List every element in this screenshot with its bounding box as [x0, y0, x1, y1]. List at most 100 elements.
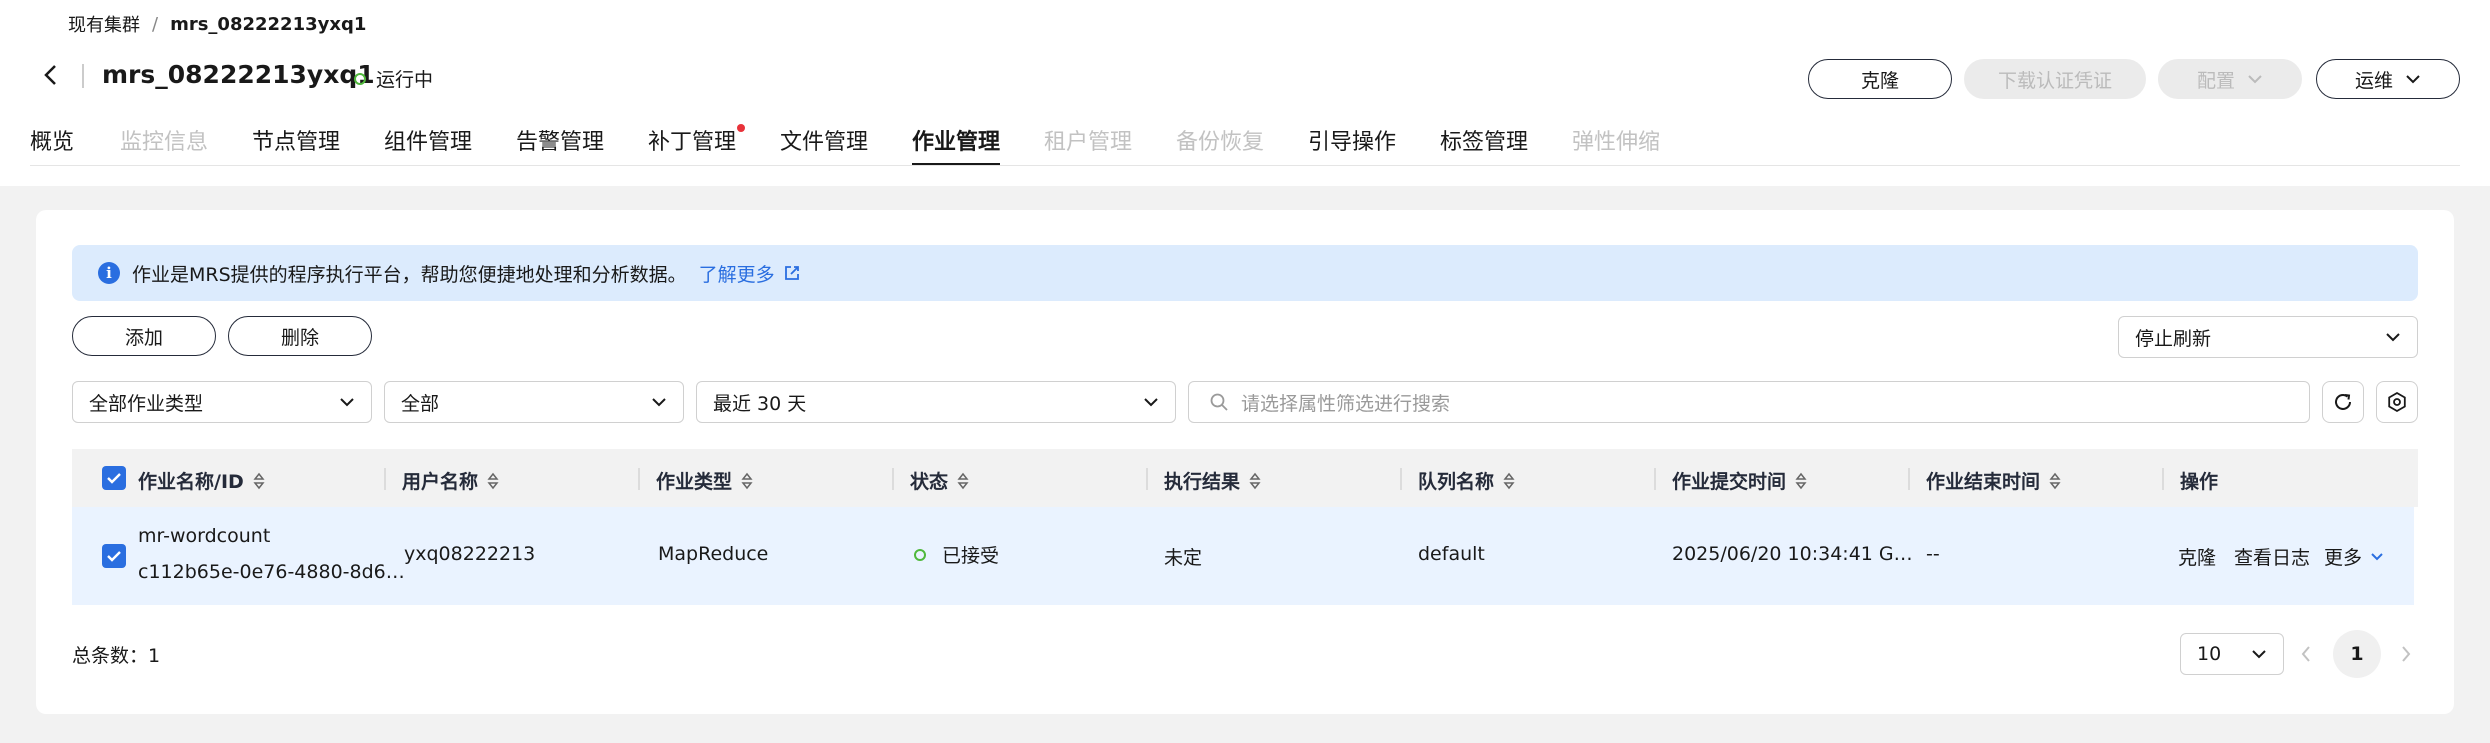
row-clone-link[interactable]: 克隆 [2178, 543, 2216, 570]
column-header-name[interactable]: 作业名称/ID [138, 467, 266, 494]
sort-icon [741, 472, 753, 489]
tab-overview[interactable]: 概览 [30, 124, 74, 166]
learn-more-link[interactable]: 了解更多 [699, 260, 801, 287]
back-icon[interactable] [36, 60, 66, 90]
sort-icon [253, 472, 265, 489]
page-size-select[interactable]: 10 [2180, 633, 2284, 675]
column-header-status[interactable]: 状态 [910, 467, 970, 494]
column-header-result-label: 执行结果 [1164, 471, 1241, 493]
job-status-text: 已接受 [942, 545, 1000, 567]
notification-dot-icon [737, 124, 746, 132]
job-id: c112b65e-0e76-4880-8d6… [138, 561, 405, 583]
tab-backup[interactable]: 备份恢复 [1176, 124, 1264, 166]
gear-icon [2388, 391, 2406, 413]
tab-files[interactable]: 文件管理 [780, 124, 868, 166]
tab-monitoring[interactable]: 监控信息 [120, 124, 208, 166]
tab-alarms[interactable]: 告警管理 [516, 124, 604, 166]
row-more-label: 更多 [2324, 547, 2363, 569]
job-type-select[interactable]: 全部作业类型 [72, 381, 372, 423]
search-placeholder: 请选择属性筛选进行搜索 [1241, 392, 1451, 415]
table-header: 作业名称/ID 用户名称 作业类型 状态 执行结果 队列名称 作业提交时间 作业… [72, 449, 2418, 507]
download-credential-button[interactable]: 下载认证凭证 [1964, 59, 2146, 99]
tab-autoscaling[interactable]: 弹性伸缩 [1572, 124, 1660, 166]
chevron-down-icon [2248, 75, 2262, 84]
column-header-result[interactable]: 执行结果 [1164, 467, 1262, 494]
chevron-down-icon [2371, 553, 2383, 561]
row-more-link[interactable]: 更多 [2324, 543, 2384, 570]
tab-patches-label: 补丁管理 [648, 130, 737, 155]
job-user: yxq08222213 [404, 543, 536, 565]
chevron-down-icon [1144, 398, 1158, 407]
column-header-user[interactable]: 用户名称 [402, 467, 500, 494]
column-header-type[interactable]: 作业类型 [656, 467, 754, 494]
checkmark-icon [107, 473, 121, 484]
clone-button-label: 克隆 [1860, 69, 1899, 92]
tab-divider [30, 165, 2460, 166]
add-button[interactable]: 添加 [72, 316, 216, 356]
checkmark-icon [107, 551, 121, 562]
search-input[interactable]: 请选择属性筛选进行搜索 [1188, 381, 2310, 423]
status-dot-icon [354, 72, 366, 85]
column-header-end-time[interactable]: 作业结束时间 [1926, 467, 2062, 494]
status-select[interactable]: 全部 [384, 381, 684, 423]
column-header-name-label: 作业名称/ID [138, 471, 244, 493]
column-separator [384, 468, 386, 490]
download-credential-label: 下载认证凭证 [1997, 69, 2112, 92]
column-header-actions-label: 操作 [2180, 471, 2219, 493]
chevron-down-icon [2252, 650, 2266, 659]
job-result: 未定 [1164, 547, 1203, 569]
tab-bootstrap[interactable]: 引导操作 [1308, 124, 1396, 166]
column-header-queue[interactable]: 队列名称 [1418, 467, 1516, 494]
time-range-select[interactable]: 最近 30 天 [696, 381, 1176, 423]
ops-button[interactable]: 运维 [2316, 59, 2460, 99]
refresh-select[interactable]: 停止刷新 [2118, 316, 2418, 358]
job-queue: default [1418, 543, 1485, 565]
breadcrumb-parent[interactable]: 现有集群 [68, 11, 140, 37]
next-page-icon[interactable] [2400, 644, 2412, 669]
cluster-status: 运行中 [354, 65, 433, 92]
column-header-submit-time[interactable]: 作业提交时间 [1672, 467, 1808, 494]
refresh-button[interactable] [2322, 381, 2364, 423]
row-view-logs-link[interactable]: 查看日志 [2234, 543, 2310, 570]
column-header-status-label: 状态 [910, 471, 949, 493]
status-dot-icon [914, 548, 926, 561]
job-type: MapReduce [658, 543, 769, 565]
settings-button[interactable] [2376, 381, 2418, 423]
column-separator [1654, 468, 1656, 490]
page-size-value: 10 [2197, 643, 2222, 665]
job-status: 已接受 [914, 541, 999, 568]
column-header-user-label: 用户名称 [402, 471, 479, 493]
column-separator [638, 468, 640, 490]
sort-icon [1795, 472, 1807, 489]
status-text: 运行中 [376, 69, 434, 91]
column-separator [2162, 468, 2164, 490]
clone-button[interactable]: 克隆 [1808, 59, 1952, 99]
tab-tags[interactable]: 标签管理 [1440, 124, 1528, 166]
column-separator [1146, 468, 1148, 490]
tab-patches[interactable]: 补丁管理 [648, 124, 746, 166]
chevron-down-icon [2386, 333, 2400, 342]
tab-jobs[interactable]: 作业管理 [912, 124, 1001, 166]
tab-nodes[interactable]: 节点管理 [252, 124, 340, 166]
column-header-queue-label: 队列名称 [1418, 471, 1495, 493]
column-header-end-time-label: 作业结束时间 [1926, 471, 2041, 493]
column-separator [1400, 468, 1402, 490]
select-all-checkbox[interactable] [102, 466, 126, 490]
page-title: mrs_08222213yxq1 [102, 60, 375, 89]
column-separator [892, 468, 894, 490]
delete-button[interactable]: 删除 [228, 316, 372, 356]
prev-page-icon[interactable] [2300, 644, 2312, 669]
table-row[interactable]: mr-wordcount c112b65e-0e76-4880-8d6… yxq… [72, 507, 2414, 605]
external-link-icon [784, 266, 799, 280]
search-icon [1210, 393, 1228, 411]
chevron-down-icon [652, 398, 666, 407]
refresh-icon [2335, 393, 2351, 410]
current-page[interactable]: 1 [2333, 630, 2381, 678]
job-type-value: 全部作业类型 [89, 392, 204, 415]
row-checkbox[interactable] [102, 544, 126, 568]
ops-button-label: 运维 [2354, 69, 2393, 92]
tab-components[interactable]: 组件管理 [384, 124, 472, 166]
config-button[interactable]: 配置 [2158, 59, 2302, 99]
column-header-type-label: 作业类型 [656, 471, 733, 493]
tab-tenants[interactable]: 租户管理 [1044, 124, 1132, 166]
